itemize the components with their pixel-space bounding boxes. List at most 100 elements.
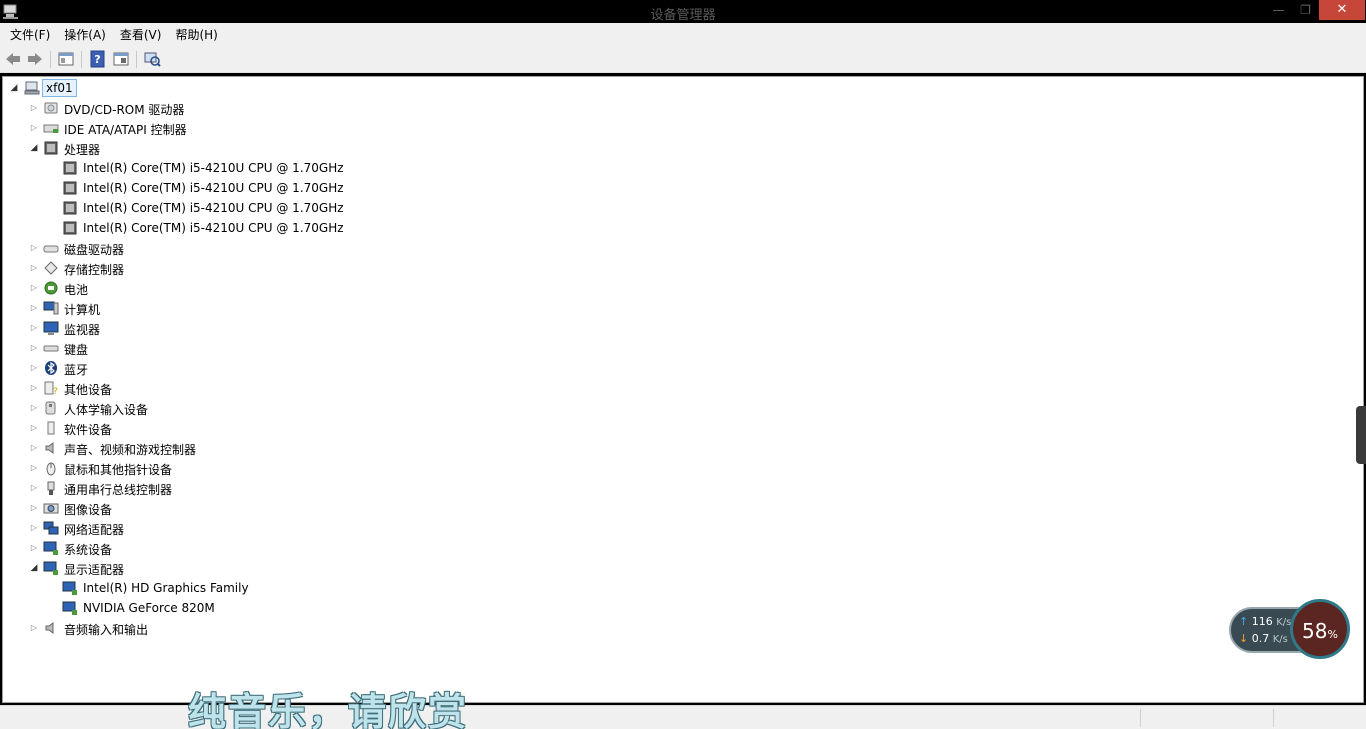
collapse-arrow-icon[interactable]: ◢ xyxy=(9,83,19,93)
expand-arrow-icon[interactable]: ▷ xyxy=(29,303,39,313)
tree-node[interactable]: ▷ 监视器 xyxy=(3,318,1363,338)
minimize-button[interactable]: — xyxy=(1265,0,1292,20)
close-button[interactable]: ✕ xyxy=(1319,0,1365,20)
expand-arrow-icon[interactable]: ▷ xyxy=(29,343,39,353)
tree-node-label: 软件设备 xyxy=(64,423,113,437)
expand-arrow-icon[interactable]: ▷ xyxy=(29,503,39,513)
tree-node[interactable]: ▷ 键盘 xyxy=(3,338,1363,358)
usb-icon xyxy=(47,481,55,495)
expand-arrow-icon[interactable]: ▷ xyxy=(29,103,39,113)
expand-arrow-icon[interactable]: ▷ xyxy=(29,383,39,393)
tree-node[interactable]: ▷ 人体学输入设备 xyxy=(3,398,1363,418)
svg-text:?: ? xyxy=(94,53,100,66)
svg-text:?: ? xyxy=(53,387,58,396)
tree-node-label: 音频输入和输出 xyxy=(64,623,149,637)
tree-node[interactable]: ▷ DVD/CD-ROM 驱动器 xyxy=(3,98,1363,118)
display-adapter-icon xyxy=(43,561,58,575)
tree-node-label: 键盘 xyxy=(64,343,89,357)
cpu-usage-percent: 58% xyxy=(1293,619,1347,643)
tree-node-label: 通用串行总线控制器 xyxy=(64,483,173,497)
tree-node[interactable]: ▷ IDE ATA/ATAPI 控制器 xyxy=(3,118,1363,138)
menu-help[interactable]: 帮助(H) xyxy=(168,24,224,46)
expand-arrow-icon[interactable]: ▷ xyxy=(29,623,39,633)
back-arrow-icon[interactable] xyxy=(4,50,22,68)
tree-node[interactable]: ▷ 电池 xyxy=(3,278,1363,298)
tree-node[interactable]: ▷ ? 其他设备 xyxy=(3,378,1363,398)
tree-node-label: 磁盘驱动器 xyxy=(64,243,125,257)
show-hidden-icon[interactable] xyxy=(112,50,130,68)
tree-node-label: 图像设备 xyxy=(64,503,113,517)
tree-node[interactable]: ◢ 显示适配器 xyxy=(3,558,1363,578)
ide-controller-icon xyxy=(43,124,59,133)
mouse-icon xyxy=(46,462,56,476)
maximize-button[interactable]: ❐ xyxy=(1292,0,1319,20)
toolbar: ? xyxy=(0,46,1366,73)
tree-leaf[interactable]: Intel(R) Core(TM) i5-4210U CPU @ 1.70GHz xyxy=(3,178,1363,198)
collapse-arrow-icon[interactable]: ◢ xyxy=(29,563,39,573)
display-adapter-icon xyxy=(62,581,77,595)
menu-file[interactable]: 文件(F) xyxy=(3,24,57,46)
side-panel-handle[interactable] xyxy=(1356,406,1366,464)
tree-node[interactable]: ▷ 音频输入和输出 xyxy=(3,618,1363,638)
expand-arrow-icon[interactable]: ▷ xyxy=(29,323,39,333)
scan-hardware-icon[interactable] xyxy=(143,50,161,68)
tree-node[interactable]: ▷ 通用串行总线控制器 xyxy=(3,478,1363,498)
expand-arrow-icon[interactable]: ▷ xyxy=(29,243,39,253)
network-adapter-icon xyxy=(43,521,59,535)
tree-node-label: 蓝牙 xyxy=(64,363,89,377)
upload-speed: ↑ 116 K/s xyxy=(1239,615,1291,628)
processor-icon xyxy=(63,161,77,175)
tree-leaf-label: Intel(R) HD Graphics Family xyxy=(83,581,249,595)
tree-leaf[interactable]: Intel(R) HD Graphics Family xyxy=(3,578,1363,598)
tree-node[interactable]: ◢ 处理器 xyxy=(3,138,1363,158)
tree-node-label: 电池 xyxy=(64,283,89,297)
expand-arrow-icon[interactable]: ▷ xyxy=(29,363,39,373)
tree-leaf[interactable]: Intel(R) Core(TM) i5-4210U CPU @ 1.70GHz xyxy=(3,218,1363,238)
bluetooth-icon xyxy=(45,361,57,375)
tree-node[interactable]: ▷ 蓝牙 xyxy=(3,358,1363,378)
expand-arrow-icon[interactable]: ▷ xyxy=(29,463,39,473)
upload-arrow-icon: ↑ xyxy=(1239,615,1249,628)
expand-arrow-icon[interactable]: ▷ xyxy=(29,403,39,413)
tree-node-label: 声音、视频和游戏控制器 xyxy=(64,443,197,457)
upload-value: 116 xyxy=(1251,615,1273,628)
forward-arrow-icon[interactable] xyxy=(26,50,44,68)
tree-leaf-label: NVIDIA GeForce 820M xyxy=(83,601,215,615)
expand-arrow-icon[interactable]: ▷ xyxy=(29,443,39,453)
device-tree[interactable]: ◢ xf01 ▷ DVD/CD-ROM 驱动器 ▷ IDE ATA/ATAPI … xyxy=(2,76,1364,703)
audio-io-icon xyxy=(45,622,54,634)
tree-node[interactable]: ▷ 声音、视频和游戏控制器 xyxy=(3,438,1363,458)
expand-arrow-icon[interactable]: ▷ xyxy=(29,483,39,493)
tree-root[interactable]: ◢ xf01 xyxy=(3,78,1363,98)
tree-leaf[interactable]: Intel(R) Core(TM) i5-4210U CPU @ 1.70GHz xyxy=(3,158,1363,178)
menu-action[interactable]: 操作(A) xyxy=(57,24,113,46)
status-separator xyxy=(1273,709,1274,727)
properties-icon[interactable] xyxy=(57,50,75,68)
cpu-usage-value: 58 xyxy=(1302,619,1328,643)
expand-arrow-icon[interactable]: ▷ xyxy=(29,523,39,533)
tree-node[interactable]: ▷ 系统设备 xyxy=(3,538,1363,558)
tree-node[interactable]: ▷ 鼠标和其他指针设备 xyxy=(3,458,1363,478)
cpu-usage-gauge[interactable]: 58% xyxy=(1290,599,1350,659)
menu-view[interactable]: 查看(V) xyxy=(113,24,169,46)
computer-root-icon xyxy=(24,81,40,95)
expand-arrow-icon[interactable]: ▷ xyxy=(29,543,39,553)
expand-arrow-icon[interactable]: ▷ xyxy=(29,263,39,273)
title-bar: 设备管理器 — ❐ ✕ xyxy=(0,0,1366,23)
tree-node[interactable]: ▷ 磁盘驱动器 xyxy=(3,238,1363,258)
tree-node[interactable]: ▷ 软件设备 xyxy=(3,418,1363,438)
expand-arrow-icon[interactable]: ▷ xyxy=(29,423,39,433)
tree-leaf[interactable]: NVIDIA GeForce 820M xyxy=(3,598,1363,618)
tree-leaf[interactable]: Intel(R) Core(TM) i5-4210U CPU @ 1.70GHz xyxy=(3,198,1363,218)
collapse-arrow-icon[interactable]: ◢ xyxy=(29,143,39,153)
tree-node-label: 其他设备 xyxy=(64,383,113,397)
expand-arrow-icon[interactable]: ▷ xyxy=(29,283,39,293)
processor-icon xyxy=(63,201,77,215)
download-speed: ↓ 0.7 K/s xyxy=(1239,632,1288,645)
expand-arrow-icon[interactable]: ▷ xyxy=(29,123,39,133)
help-icon[interactable]: ? xyxy=(89,50,107,68)
tree-node[interactable]: ▷ 图像设备 xyxy=(3,498,1363,518)
tree-node[interactable]: ▷ 存储控制器 xyxy=(3,258,1363,278)
tree-node[interactable]: ▷ 计算机 xyxy=(3,298,1363,318)
tree-node[interactable]: ▷ 网络适配器 xyxy=(3,518,1363,538)
